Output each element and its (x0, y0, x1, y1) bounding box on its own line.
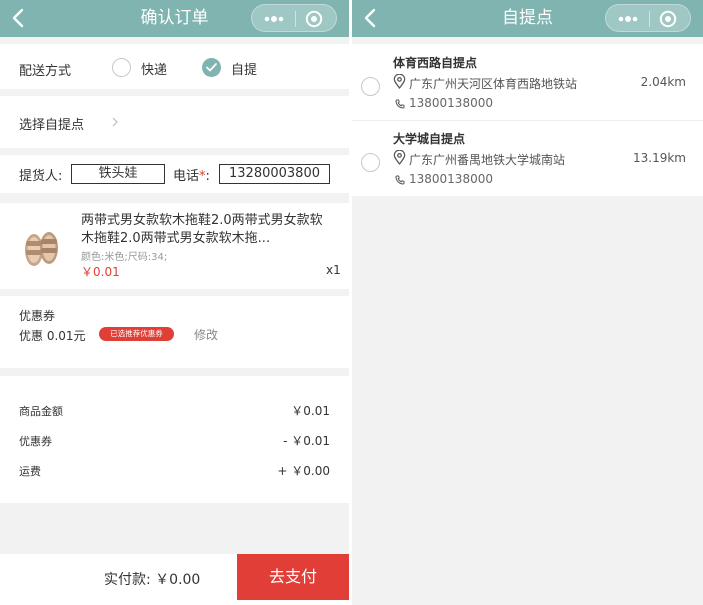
navbar: 自提点 (352, 0, 703, 37)
pickup-point-radio[interactable] (361, 77, 380, 96)
pickup-point-distance: 13.19km (633, 151, 686, 165)
slipper-icon (25, 232, 58, 266)
delivery-method-row: 配送方式 快递 自提 (0, 44, 349, 89)
location-pin-icon (393, 74, 406, 89)
pickup-point-phone: 13800138000 (409, 96, 493, 110)
pickup-name-input[interactable]: 铁头娃 (71, 164, 165, 184)
phone-input[interactable]: 13280003800 (219, 164, 330, 184)
product-spec: 颜色:米色;尺码:34; (81, 252, 168, 263)
location-pin-icon (393, 150, 406, 165)
pickup-point-address: 广东广州天河区体育西路地铁站 (409, 77, 578, 91)
more-dots-icon[interactable] (615, 11, 641, 27)
phone-colon: : (205, 169, 210, 184)
coupon-title: 优惠券 (19, 309, 56, 323)
pickup-person-label: 提货人: (19, 169, 63, 184)
coupon-amount: 优惠 0.01元 (19, 329, 86, 343)
summary-shipping-label: 运费 (19, 465, 41, 478)
coupon-modify-link[interactable]: 修改 (194, 326, 218, 343)
capsule-divider (295, 11, 296, 27)
summary-goods-value: ￥0.01 (291, 404, 330, 418)
delivery-label: 配送方式 (19, 64, 72, 79)
coupon-badge: 已选推荐优惠券 (99, 327, 174, 341)
radio-pickup[interactable] (202, 58, 221, 77)
phone-label: 电话 (173, 169, 200, 184)
close-circle-icon[interactable] (659, 10, 677, 28)
option-express-label[interactable]: 快递 (141, 59, 167, 78)
more-dots-icon[interactable] (261, 11, 287, 27)
phone-icon (395, 99, 405, 109)
pickup-point-address: 广东广州番禺地铁大学城南站 (409, 153, 566, 167)
back-arrow-icon[interactable] (360, 6, 382, 30)
capsule-menu (251, 4, 337, 32)
pay-button[interactable]: 去支付 (237, 554, 349, 600)
check-icon (206, 63, 217, 72)
pickup-point-radio[interactable] (361, 153, 380, 172)
product-price: ￥0.01 (81, 265, 120, 279)
navbar: 确认订单 (0, 0, 349, 37)
paid-amount: 实付款: ￥0.00 (104, 572, 201, 588)
pickup-point-name: 大学城自提点 (393, 132, 466, 146)
phone-label-group: 电话*: (173, 165, 210, 184)
pickup-points-screen: 自提点 体育西路自提点 广东广州天河区体育西路地铁站 2.04km 138001… (352, 0, 703, 605)
pickup-person-row: 提货人: 铁头娃 电话*: 13280003800 (0, 155, 349, 193)
choose-pickup-point-row[interactable]: 选择自提点 (0, 96, 349, 148)
summary-coupon-label: 优惠券 (19, 435, 52, 448)
radio-express[interactable] (112, 58, 131, 77)
capsule-menu (605, 4, 691, 32)
phone-icon (395, 175, 405, 185)
back-arrow-icon[interactable] (8, 6, 30, 30)
summary-coupon-value: - ￥0.01 (283, 434, 330, 448)
pickup-point-phone: 13800138000 (409, 172, 493, 186)
coupon-section: 优惠券 优惠 0.01元 (0, 296, 349, 368)
pickup-point-distance: 2.04km (640, 75, 686, 89)
choose-pickup-label: 选择自提点 (19, 118, 85, 133)
summary-goods-label: 商品金额 (19, 405, 63, 418)
product-qty: x1 (326, 263, 341, 277)
capsule-divider (649, 11, 650, 27)
summary-shipping-value: + ￥0.00 (277, 464, 330, 478)
chevron-right-icon (112, 117, 118, 127)
close-circle-icon[interactable] (305, 10, 323, 28)
screens: 确认订单 配送方式 快递 自提 选择自提点 提货人: 铁头娃 电话*: 1328… (0, 0, 703, 605)
confirm-order-screen: 确认订单 配送方式 快递 自提 选择自提点 提货人: 铁头娃 电话*: 1328… (0, 0, 349, 605)
pickup-point-name: 体育西路自提点 (393, 56, 478, 70)
option-pickup-label[interactable]: 自提 (231, 59, 257, 78)
product-title: 两带式男女款软木拖鞋2.0两带式男女款软木拖鞋2.0两带式男女款软木拖... (81, 213, 323, 246)
